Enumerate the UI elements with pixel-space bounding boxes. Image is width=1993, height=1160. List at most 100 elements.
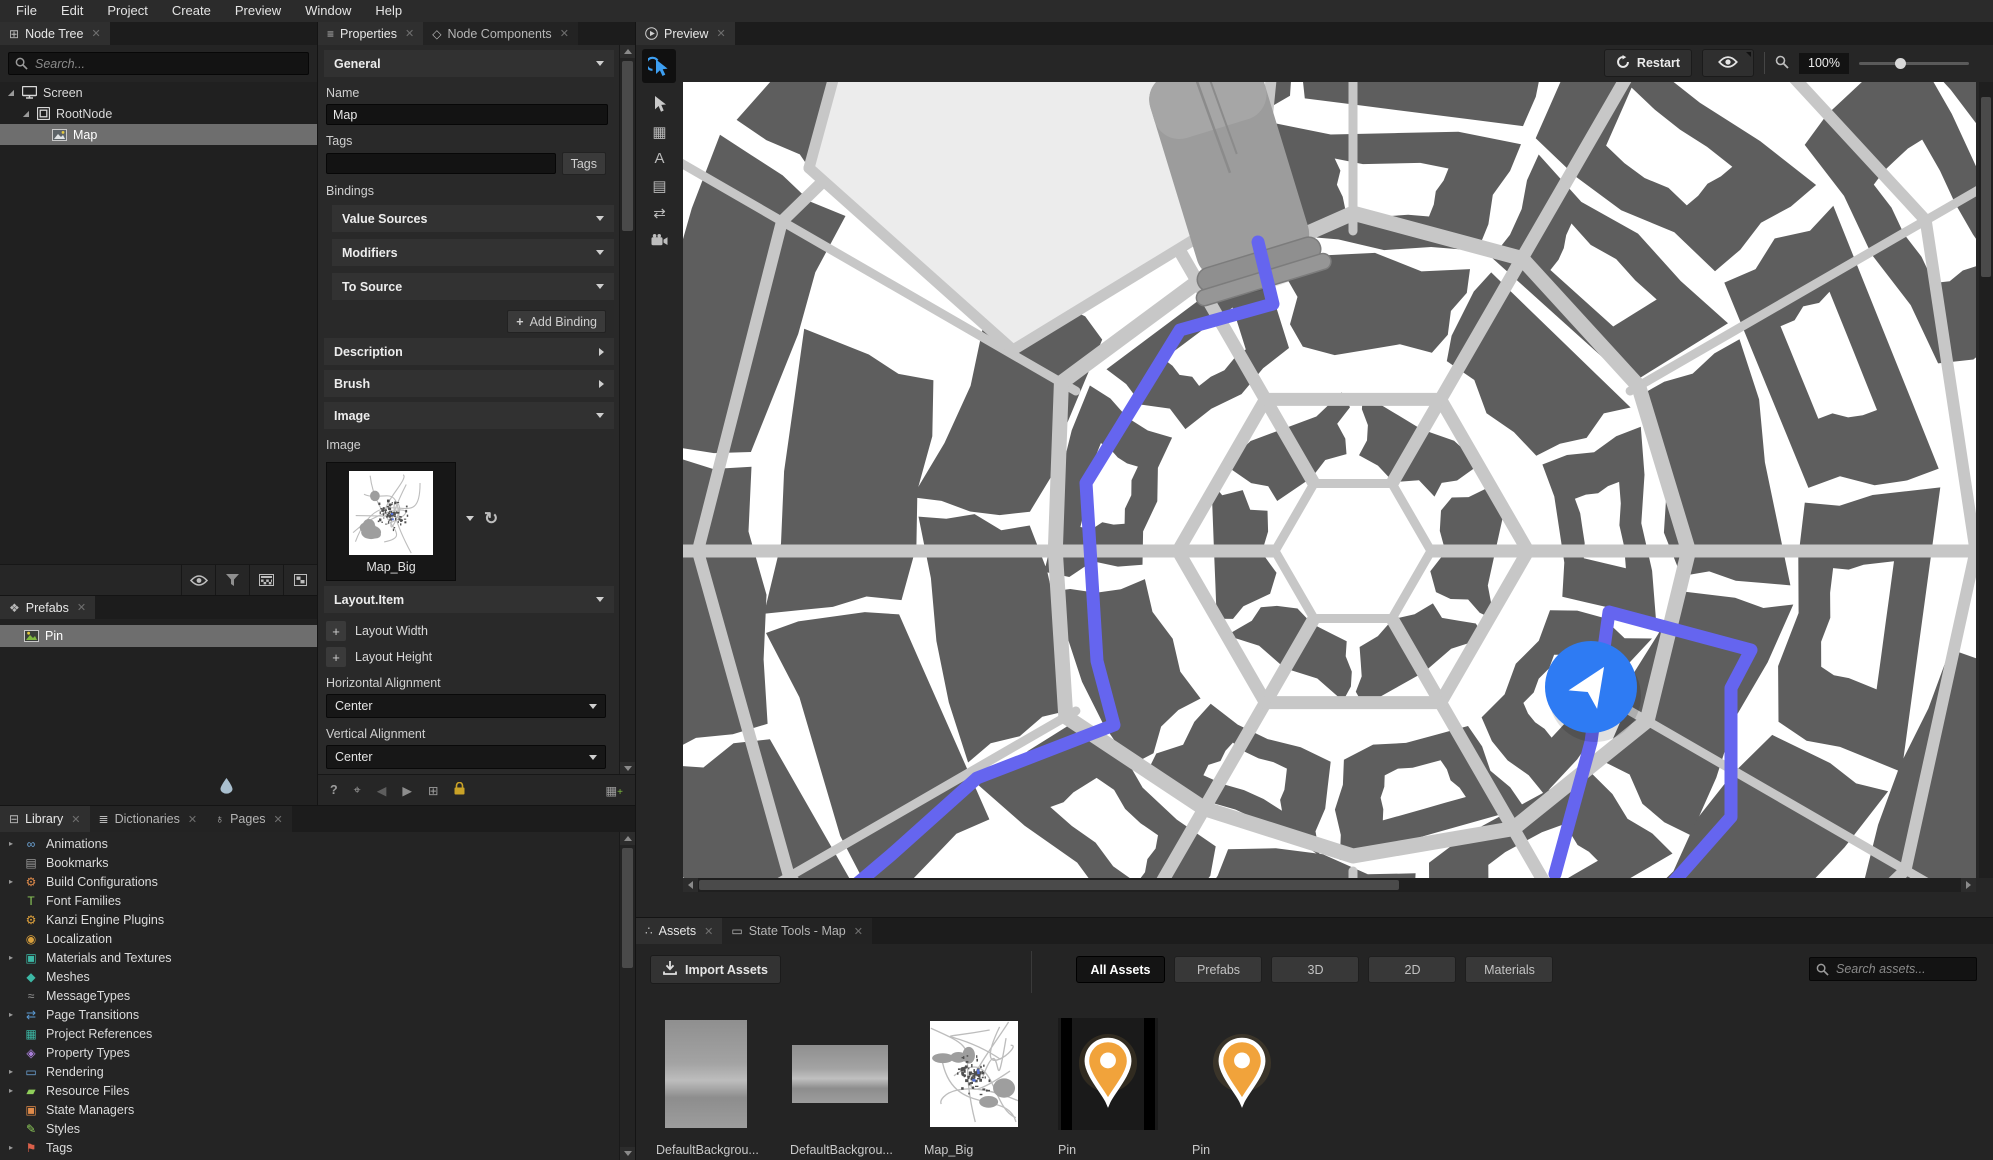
forward-icon[interactable]: ▶ — [402, 783, 412, 798]
preview-viewport[interactable] — [246, 0, 1993, 1160]
asset-card-3[interactable]: Pin — [1058, 1018, 1164, 1157]
import-assets-button[interactable]: Import Assets — [650, 955, 781, 984]
tree-item-screen[interactable]: ◢ Screen — [0, 82, 317, 103]
scrollbar-thumb[interactable] — [699, 880, 1399, 890]
expander-icon[interactable]: ▸ — [6, 839, 16, 848]
library-item-project-references[interactable]: ▦ Project References — [0, 1024, 620, 1043]
scrollbar-thumb[interactable] — [1981, 97, 1991, 277]
tree-item-map[interactable]: Map — [0, 124, 317, 145]
library-item-kanzi-engine-plugins[interactable]: ⚙ Kanzi Engine Plugins — [0, 910, 620, 929]
tab-pages[interactable]: ♁ Pages ✕ — [206, 806, 292, 832]
close-icon[interactable]: ✕ — [77, 601, 86, 614]
interact-tool[interactable] — [642, 49, 676, 83]
close-icon[interactable]: ✕ — [91, 27, 100, 40]
scroll-down-button[interactable] — [620, 1147, 635, 1160]
tree-item-rootnode[interactable]: ◢ RootNode — [0, 103, 317, 124]
library-scrollbar[interactable] — [619, 832, 635, 1160]
refresh-icon[interactable]: ↻ — [484, 509, 498, 529]
zoom-slider[interactable] — [1859, 57, 1969, 69]
zoom-slider-thumb[interactable] — [1895, 57, 1906, 69]
tab-node-tree[interactable]: ⊞ Node Tree ✕ — [0, 22, 110, 45]
add-layout-width-button[interactable]: + — [326, 621, 346, 641]
tab-prefabs[interactable]: ❖ Prefabs ✕ — [0, 596, 96, 619]
library-item-animations[interactable]: ▸ ∞ Animations — [0, 834, 620, 853]
menu-file[interactable]: File — [4, 0, 49, 22]
camera-tool[interactable] — [636, 226, 683, 253]
expander-icon[interactable]: ▸ — [6, 877, 16, 886]
library-item-messagetypes[interactable]: ≈ MessageTypes — [0, 986, 620, 1005]
branch-tool[interactable]: ⇄ — [636, 199, 683, 226]
layers-tool[interactable]: ▤ — [636, 172, 683, 199]
horizontal-alignment-select[interactable]: Center — [326, 694, 606, 718]
visibility-toggle-button[interactable] — [181, 565, 215, 595]
analyze-button[interactable] — [1702, 49, 1754, 77]
filter-all-assets[interactable]: All Assets — [1075, 956, 1166, 983]
close-icon[interactable]: ✕ — [854, 925, 863, 938]
assets-search-input[interactable] — [1834, 961, 1970, 977]
library-item-build-configurations[interactable]: ▸ ⚙ Build Configurations — [0, 872, 620, 891]
close-icon[interactable]: ✕ — [716, 27, 725, 40]
tab-library[interactable]: ⊟ Library ✕ — [0, 806, 90, 832]
tags-button[interactable]: Tags — [561, 152, 606, 175]
checkerboard-button[interactable] — [249, 565, 283, 595]
prefab-item-pin[interactable]: Pin — [0, 625, 317, 647]
close-icon[interactable]: ✕ — [405, 27, 414, 40]
library-item-styles[interactable]: ✎ Styles — [0, 1119, 620, 1138]
close-icon[interactable]: ✕ — [188, 813, 197, 826]
library-item-property-types[interactable]: ◈ Property Types — [0, 1043, 620, 1062]
expander-icon[interactable]: ▸ — [6, 1143, 16, 1152]
library-item-tags[interactable]: ▸ ⚑ Tags — [0, 1138, 620, 1157]
scroll-left-button[interactable] — [683, 878, 698, 892]
help-icon[interactable]: ? — [330, 783, 338, 797]
menu-edit[interactable]: Edit — [49, 0, 95, 22]
section-image[interactable]: Image — [324, 402, 614, 429]
tab-assets[interactable]: ∴ Assets ✕ — [636, 918, 723, 944]
image-dropdown-icon[interactable] — [466, 516, 474, 521]
filter-3d[interactable]: 3D — [1271, 956, 1360, 983]
back-icon[interactable]: ◀ — [377, 783, 387, 798]
name-field[interactable] — [326, 104, 608, 125]
library-item-resource-files[interactable]: ▸ ▰ Resource Files — [0, 1081, 620, 1100]
menu-project[interactable]: Project — [95, 0, 159, 22]
menu-window[interactable]: Window — [293, 0, 363, 22]
binding-group-to-source[interactable]: To Source — [332, 273, 614, 300]
close-icon[interactable]: ✕ — [704, 925, 713, 938]
search-input[interactable] — [33, 55, 302, 72]
frame-icon[interactable]: ⊞ — [428, 783, 438, 798]
library-item-page-transitions[interactable]: ▸ ⇄ Page Transitions — [0, 1005, 620, 1024]
image-resource-picker[interactable]: Map_Big — [326, 462, 456, 581]
close-icon[interactable]: ✕ — [274, 813, 283, 826]
section-description[interactable]: Description — [324, 338, 614, 365]
filter-button[interactable] — [215, 565, 249, 595]
library-item-materials-and-textures[interactable]: ▸ ▣ Materials and Textures — [0, 948, 620, 967]
tab-state-tools[interactable]: ▭ State Tools - Map ✕ — [722, 918, 872, 944]
section-layout-item[interactable]: Layout.Item — [324, 586, 614, 613]
library-item-font-families[interactable]: T Font Families — [0, 891, 620, 910]
transparency-button[interactable] — [283, 565, 317, 595]
restart-button[interactable]: Restart — [1603, 49, 1692, 77]
tab-dictionaries[interactable]: ≣ Dictionaries ✕ — [89, 806, 207, 832]
library-item-meshes[interactable]: ◆ Meshes — [0, 967, 620, 986]
asset-card-2[interactable]: Map_Big — [924, 1018, 1030, 1157]
library-item-rendering[interactable]: ▸ ▭ Rendering — [0, 1062, 620, 1081]
zoom-level[interactable]: 100% — [1799, 52, 1849, 74]
binding-group-value-sources[interactable]: Value Sources — [332, 205, 614, 232]
scroll-up-button[interactable] — [620, 45, 635, 58]
filter-2d[interactable]: 2D — [1368, 956, 1457, 983]
section-brush[interactable]: Brush — [324, 370, 614, 397]
preview-hscrollbar[interactable] — [683, 878, 1976, 892]
filter-prefabs[interactable]: Prefabs — [1174, 956, 1263, 983]
asset-card-4[interactable]: Pin — [1192, 1018, 1298, 1157]
tags-field[interactable] — [326, 153, 556, 174]
menu-create[interactable]: Create — [160, 0, 223, 22]
expander-icon[interactable]: ▸ — [6, 1010, 16, 1019]
filter-materials[interactable]: Materials — [1465, 956, 1554, 983]
binding-group-modifiers[interactable]: Modifiers — [332, 239, 614, 266]
close-icon[interactable]: ✕ — [560, 27, 569, 40]
menu-preview[interactable]: Preview — [223, 0, 293, 22]
node-tree-search[interactable] — [8, 52, 309, 75]
paint-drop-icon[interactable] — [220, 778, 233, 797]
add-binding-button[interactable]: + Add Binding — [507, 310, 606, 333]
lock-icon[interactable] — [454, 781, 465, 798]
tab-preview[interactable]: Preview ✕ — [636, 22, 735, 45]
